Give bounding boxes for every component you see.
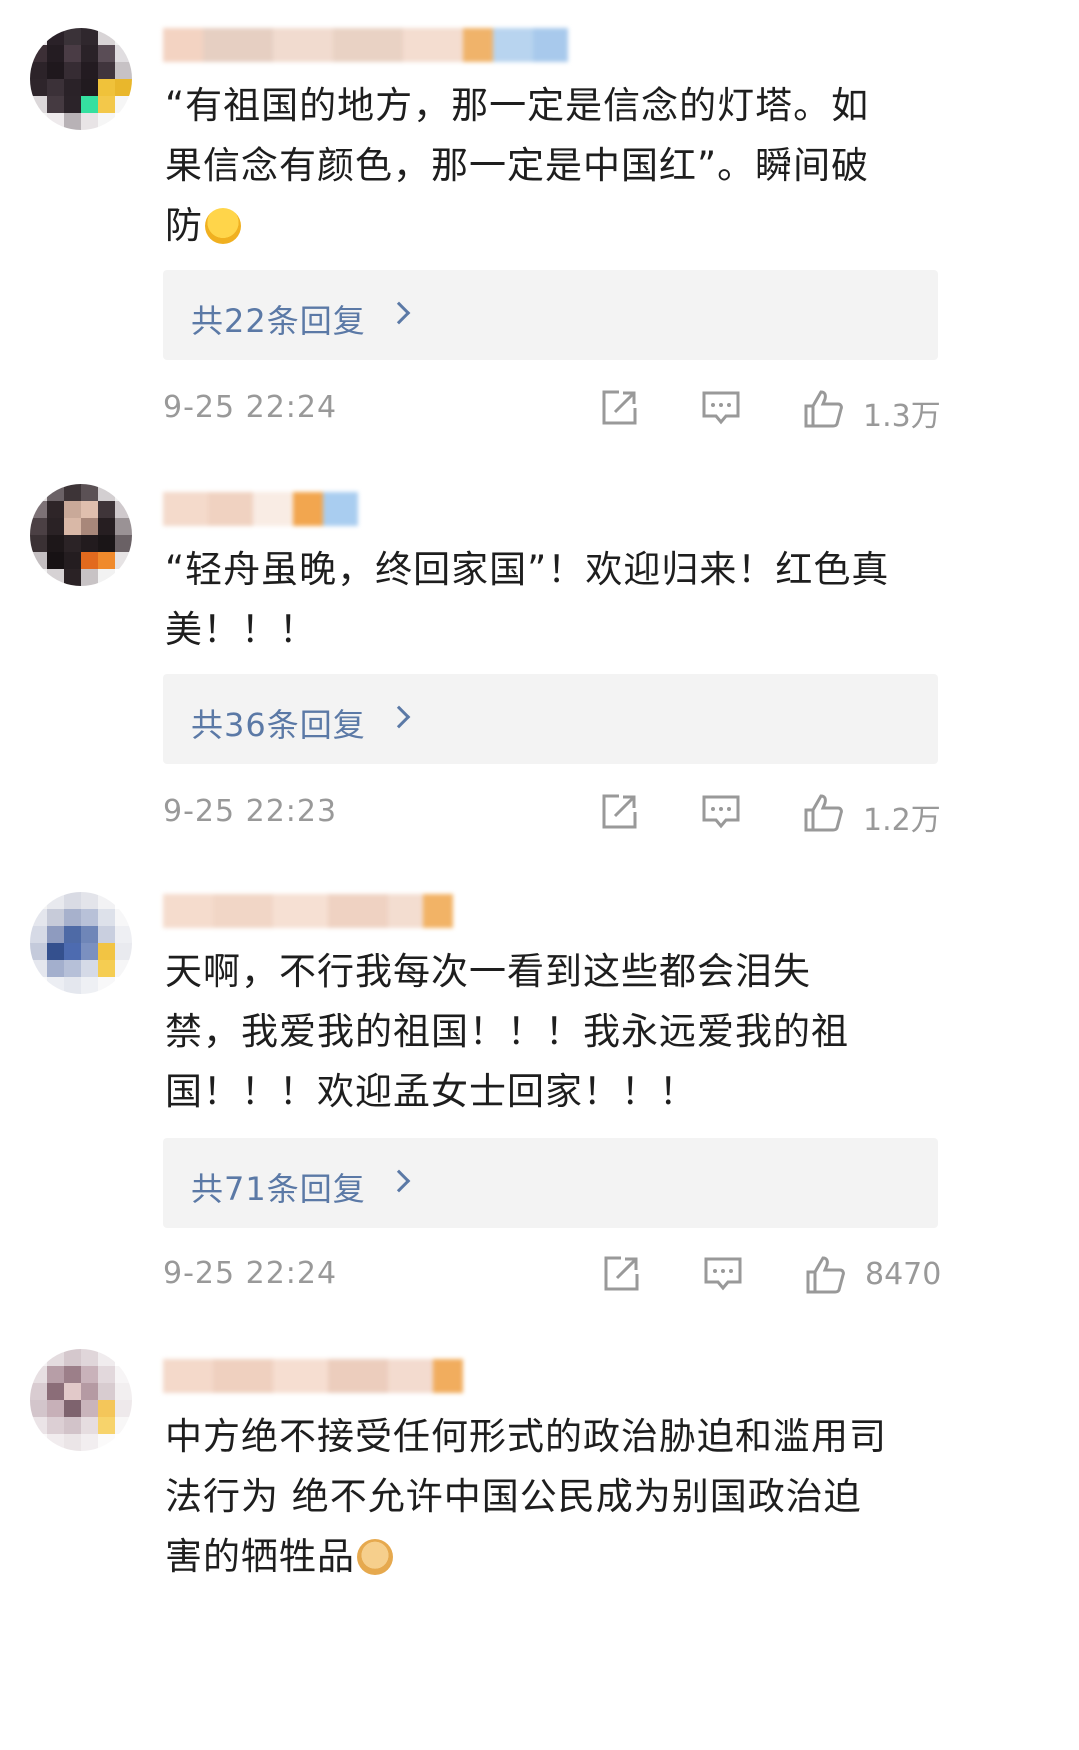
comment-meta: 9-25 22:24 8470: [163, 1250, 943, 1300]
comment-1: “有祖国的地方，那一定是信念的灯塔。如 果信念有颜色，那一定是中国红”。瞬间破 …: [0, 0, 971, 460]
chevron-right-icon: [387, 705, 411, 729]
comment-meta: 9-25 22:23 1.2万: [163, 788, 943, 838]
comment-meta: 9-25 22:24 1.3万: [163, 384, 943, 434]
like-icon[interactable]: [803, 792, 845, 834]
comment-4: 中方绝不接受任何形式的政治胁迫和滥用司 法行为 绝不允许中国公民成为别国政治迫 …: [0, 1335, 971, 1750]
avatar[interactable]: [30, 1349, 132, 1451]
username-blurred[interactable]: [163, 894, 453, 928]
reply-count: 共71条回复: [191, 1170, 366, 1208]
fist-icon: [357, 1539, 393, 1575]
like-count: 1.2万: [863, 803, 941, 838]
crying-face-icon: [205, 208, 241, 244]
timestamp: 9-25 22:23: [163, 794, 338, 829]
comment-text: “轻舟虽晚，终回家国”！欢迎归来！红色真 美！！！: [165, 548, 890, 651]
username-blurred[interactable]: [163, 492, 358, 526]
share-icon[interactable]: [599, 388, 639, 428]
like-count: 1.3万: [863, 399, 941, 434]
chevron-right-icon: [387, 301, 411, 325]
comment-2: “轻舟虽晚，终回家国”！欢迎归来！红色真 美！！！ 共36条回复 9-25 22…: [0, 460, 971, 870]
comment-icon[interactable]: [701, 388, 741, 428]
right-margin: [971, 0, 1079, 1750]
comment-icon[interactable]: [703, 1254, 743, 1294]
comment-text: “有祖国的地方，那一定是信念的灯塔。如 果信念有颜色，那一定是中国红”。瞬间破 …: [165, 84, 870, 247]
avatar[interactable]: [30, 892, 132, 994]
reply-thread-button[interactable]: 共36条回复: [163, 674, 938, 764]
username-blurred[interactable]: [163, 1359, 463, 1393]
share-icon[interactable]: [601, 1254, 641, 1294]
reply-thread-button[interactable]: 共71条回复: [163, 1138, 938, 1228]
timestamp: 9-25 22:24: [163, 1256, 338, 1291]
avatar[interactable]: [30, 28, 132, 130]
timestamp: 9-25 22:24: [163, 390, 338, 425]
avatar[interactable]: [30, 484, 132, 586]
chevron-right-icon: [387, 1169, 411, 1193]
share-icon[interactable]: [599, 792, 639, 832]
like-icon[interactable]: [805, 1254, 847, 1296]
comment-3: 天啊，不行我每次一看到这些都会泪失 禁，我爱我的祖国！！！我永远爱我的祖 国！！…: [0, 870, 971, 1335]
comment-icon[interactable]: [701, 792, 741, 832]
comment-text: 天啊，不行我每次一看到这些都会泪失 禁，我爱我的祖国！！！我永远爱我的祖 国！！…: [165, 950, 849, 1113]
like-count: 8470: [865, 1257, 942, 1292]
reply-count: 共36条回复: [191, 706, 366, 744]
username-blurred[interactable]: [163, 28, 568, 62]
like-icon[interactable]: [803, 388, 845, 430]
comment-text: 中方绝不接受任何形式的政治胁迫和滥用司 法行为 绝不允许中国公民成为别国政治迫 …: [165, 1415, 887, 1578]
reply-count: 共22条回复: [191, 302, 366, 340]
reply-thread-button[interactable]: 共22条回复: [163, 270, 938, 360]
